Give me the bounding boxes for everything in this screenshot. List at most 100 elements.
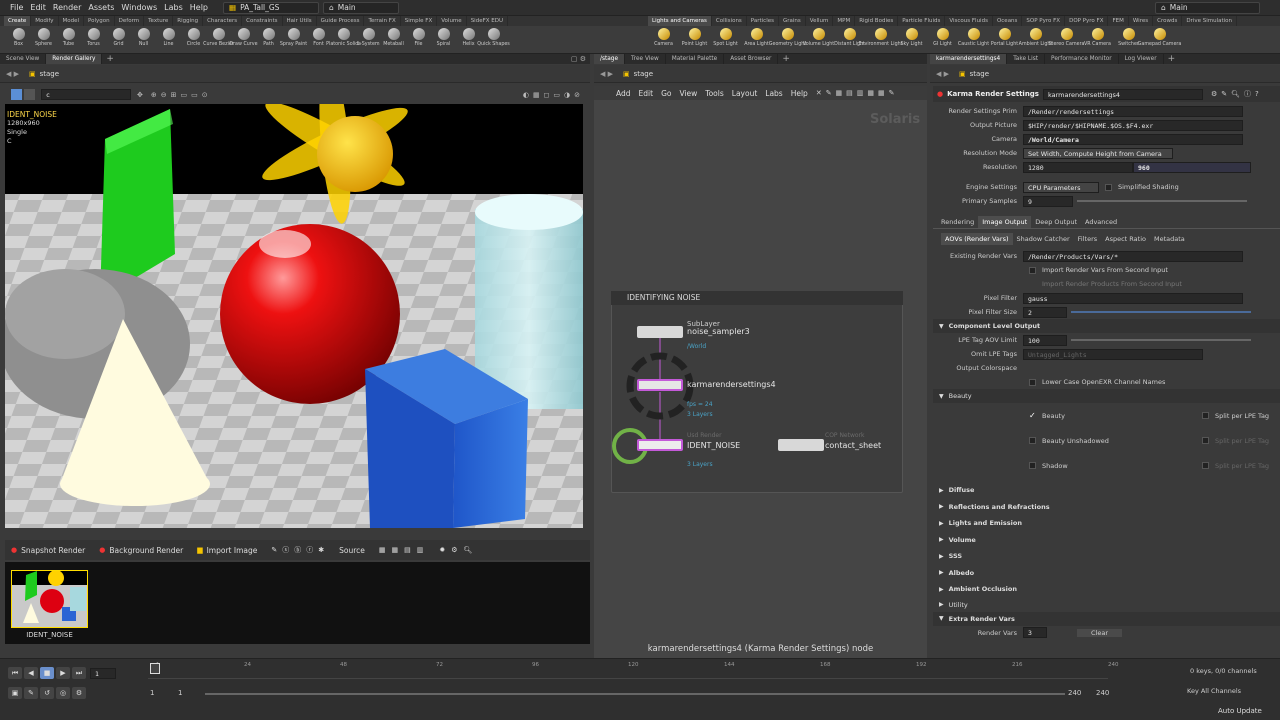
shelf-tool-12[interactable]: Font bbox=[306, 26, 331, 54]
back-icon[interactable]: ◀ ▶ bbox=[6, 70, 19, 78]
shelf-tool-right-3[interactable]: Area Light bbox=[741, 26, 772, 54]
left-stage-path[interactable]: stage bbox=[40, 70, 59, 78]
tab-render-gallery[interactable]: Render Gallery bbox=[46, 54, 103, 64]
param-value-field[interactable]: 9 bbox=[1023, 195, 1073, 207]
shelf-tool-10[interactable]: Path bbox=[256, 26, 281, 54]
shelf-tool-right-1[interactable]: Point Light bbox=[679, 26, 710, 54]
viewport-display-icons[interactable]: ◐▦◻▭◑⊘ bbox=[523, 91, 584, 99]
shelf-tool-right-11[interactable]: Portal Light bbox=[989, 26, 1020, 54]
tab-take-list[interactable]: Take List bbox=[1007, 54, 1046, 64]
go-end-button[interactable]: ⏭ bbox=[72, 667, 86, 679]
param-section[interactable]: ▶ SSS bbox=[933, 548, 1280, 565]
param-value-field[interactable]: 3 bbox=[1023, 627, 1047, 638]
add-tab-icon[interactable]: + bbox=[782, 54, 790, 64]
param-value-field[interactable]: /Render/rendersettings bbox=[1023, 105, 1243, 117]
tab-karmarendersettings[interactable]: karmarendersettings4 bbox=[930, 54, 1008, 64]
shelf-tool-right-13[interactable]: Stereo Camera bbox=[1049, 26, 1085, 54]
tab-asset-browser[interactable]: Asset Browser bbox=[724, 54, 779, 64]
shelf-tab-11[interactable]: Terrain FX bbox=[364, 16, 401, 26]
shelf-tab-right-8[interactable]: Viscous Fluids bbox=[945, 16, 993, 26]
shelf-tool-5[interactable]: Null bbox=[131, 26, 156, 54]
display-icon[interactable] bbox=[24, 89, 35, 100]
playhead-marker[interactable] bbox=[150, 663, 160, 674]
snapshot-render-button[interactable]: Snapshot Render bbox=[21, 546, 85, 555]
shelf-tool-18[interactable]: Helix bbox=[456, 26, 481, 54]
play-button[interactable]: ▶ bbox=[56, 667, 70, 679]
param-subtab-2[interactable]: Filters bbox=[1074, 233, 1101, 245]
shelf-tab-right-4[interactable]: Vellum bbox=[806, 16, 834, 26]
shelf-tool-19[interactable]: Quick Shapes bbox=[477, 26, 510, 54]
node-contact-sheet[interactable] bbox=[778, 439, 824, 451]
shelf-tab-13[interactable]: Volume bbox=[437, 16, 467, 26]
shelf-tool-right-10[interactable]: Caustic Light bbox=[958, 26, 989, 54]
shelf-tab-right-5[interactable]: MPM bbox=[833, 16, 856, 26]
zoom-icons[interactable]: ⊕⊖⊞▭▭⊙ bbox=[151, 91, 212, 99]
shelf-tab-10[interactable]: Guide Process bbox=[317, 16, 365, 26]
param-section[interactable]: ▶ Utility bbox=[933, 598, 1280, 612]
param-value-field[interactable]: gauss bbox=[1023, 292, 1243, 304]
shelf-tool-6[interactable]: Line bbox=[156, 26, 181, 54]
pan-icon[interactable]: ✥ bbox=[137, 91, 143, 99]
node-ident-noise[interactable] bbox=[637, 439, 683, 451]
shelf-tab-14[interactable]: SideFX EDU bbox=[467, 16, 508, 26]
shelf-tool-0[interactable]: Box bbox=[6, 26, 31, 54]
shelf-tab-right-12[interactable]: FEM bbox=[1108, 16, 1129, 26]
shelf-tab-right-2[interactable]: Particles bbox=[747, 16, 779, 26]
shelf-tool-right-15[interactable]: Switcher bbox=[1113, 26, 1144, 54]
shelf-tool-right-12[interactable]: Ambient Light bbox=[1019, 26, 1052, 54]
shelf-tab-right-14[interactable]: Crowds bbox=[1153, 16, 1183, 26]
param-value-field[interactable]: 1280 bbox=[1023, 161, 1133, 173]
realtime-icon[interactable]: ◎ bbox=[56, 687, 70, 699]
auto-update-button[interactable]: Auto Update bbox=[1218, 707, 1262, 715]
shelf-tool-right-6[interactable]: Distant Light bbox=[834, 26, 865, 54]
shelf-tab-4[interactable]: Deform bbox=[115, 16, 145, 26]
param-section[interactable]: ▼ Extra Render Vars bbox=[933, 611, 1280, 626]
beauty-checkbox-2[interactable] bbox=[1029, 462, 1036, 469]
lowercase-checkbox[interactable] bbox=[1029, 378, 1036, 386]
clear-button[interactable]: Clear bbox=[1077, 628, 1122, 637]
right-stage-path[interactable]: stage bbox=[970, 70, 989, 78]
param-subtab-0[interactable]: AOVs (Render Vars) bbox=[941, 232, 1013, 245]
beauty-checkbox-1[interactable] bbox=[1029, 437, 1036, 444]
split-checkbox-0[interactable] bbox=[1202, 412, 1209, 419]
shelf-tab-right-0[interactable]: Lights and Cameras bbox=[648, 16, 712, 26]
tab-scene-view[interactable]: Scene View bbox=[0, 54, 47, 64]
node-noise-sampler[interactable] bbox=[637, 326, 683, 338]
right-context-selector[interactable]: ⌂ Main bbox=[1155, 1, 1260, 14]
shelf-tool-4[interactable]: Grid bbox=[106, 26, 131, 54]
shelf-tool-11[interactable]: Spray Paint bbox=[280, 26, 307, 54]
param-section[interactable]: ▼ Component Level Output bbox=[933, 319, 1280, 333]
shelf-tool-right-9[interactable]: GI Light bbox=[927, 26, 958, 54]
shelf-tab-right-10[interactable]: SOP Pyro FX bbox=[1022, 16, 1066, 26]
tab-stage[interactable]: /stage bbox=[594, 54, 626, 64]
param-section[interactable]: ▶ Ambient Occlusion bbox=[933, 581, 1280, 598]
shelf-tab-right-11[interactable]: DOP Pyro FX bbox=[1065, 16, 1109, 26]
shelf-tab-6[interactable]: Rigging bbox=[173, 16, 204, 26]
context-selector[interactable]: ⌂ Main bbox=[323, 1, 399, 14]
split-checkbox-2[interactable] bbox=[1202, 462, 1209, 469]
shelf-tool-right-2[interactable]: Spot Light bbox=[710, 26, 741, 54]
shelf-tab-1[interactable]: Modify bbox=[31, 16, 59, 26]
param-value-field[interactable]: Untagged_Lights bbox=[1023, 348, 1203, 360]
stop-button[interactable]: ■ bbox=[40, 667, 54, 679]
shelf-tool-right-4[interactable]: Geometry Light bbox=[769, 26, 806, 54]
gallery-search-icons[interactable]: ✹⚙🔍︎ bbox=[439, 546, 478, 554]
select-icon[interactable] bbox=[11, 89, 22, 100]
render-viewport[interactable] bbox=[5, 104, 583, 528]
range-end[interactable]: 240 bbox=[1068, 689, 1081, 697]
shelf-tool-8[interactable]: Curve Bezier bbox=[203, 26, 234, 54]
param-subtab-3[interactable]: Aspect Ratio bbox=[1101, 233, 1150, 245]
shelf-tool-right-0[interactable]: Camera bbox=[648, 26, 679, 54]
range-start[interactable]: 1 bbox=[150, 689, 154, 697]
back-icon[interactable]: ◀ ▶ bbox=[600, 70, 613, 78]
shelf-tab-right-6[interactable]: Rigid Bodies bbox=[855, 16, 899, 26]
mid-stage-path[interactable]: stage bbox=[634, 70, 653, 78]
gallery-tool-icons[interactable]: ✎ⓢⓑⓡ✱ bbox=[271, 545, 329, 555]
import-image-button[interactable]: Import Image bbox=[207, 546, 258, 555]
param-node-name[interactable]: karmarendersettings4 bbox=[1042, 88, 1203, 100]
range-start-2[interactable]: 1 bbox=[178, 689, 182, 697]
shelf-tab-right-13[interactable]: Wires bbox=[1129, 16, 1154, 26]
shelf-tab-right-9[interactable]: Oceans bbox=[993, 16, 1023, 26]
step-back-button[interactable]: ◀ bbox=[24, 667, 38, 679]
gallery-layout-icons[interactable]: ▦▦▤▥ bbox=[379, 546, 429, 554]
